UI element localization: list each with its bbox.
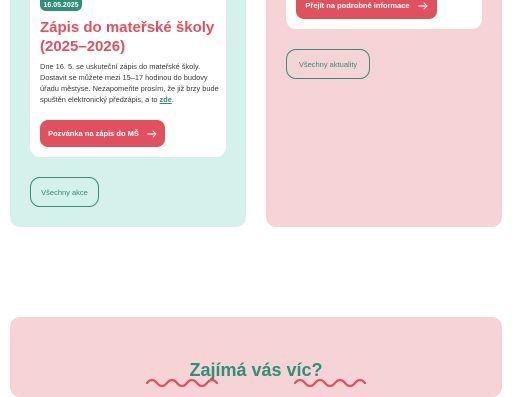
detail-button[interactable]: Přejít na podrobné informace (296, 0, 437, 19)
event-description-end: . (171, 95, 174, 104)
detail-button-label: Přejít na podrobné informace (305, 1, 410, 10)
event-description: Dne 16. 5. se uskuteční zápis do mateřsk… (40, 61, 220, 105)
invite-button-label: Pozvánka na zápis do MŠ (48, 129, 139, 138)
wave-decoration-icon (145, 378, 367, 388)
all-events-button[interactable]: Všechny akce (30, 177, 99, 207)
news-panel (266, 0, 502, 227)
more-info-banner: Zajímá vás víc? (10, 317, 502, 397)
preregistration-link[interactable]: zde (160, 95, 172, 104)
event-description-text: Dne 16. 5. se uskuteční zápis do mateřsk… (40, 62, 219, 104)
event-date-badge: 16.05.2025 (40, 0, 82, 11)
all-news-button[interactable]: Všechny aktuality (286, 49, 370, 79)
event-title: Zápis do mateřské školy (2025–2026) (40, 19, 215, 55)
invite-button[interactable]: Pozvánka na zápis do MŠ (40, 120, 165, 147)
arrow-right-icon (417, 2, 428, 10)
arrow-right-icon (146, 130, 157, 138)
